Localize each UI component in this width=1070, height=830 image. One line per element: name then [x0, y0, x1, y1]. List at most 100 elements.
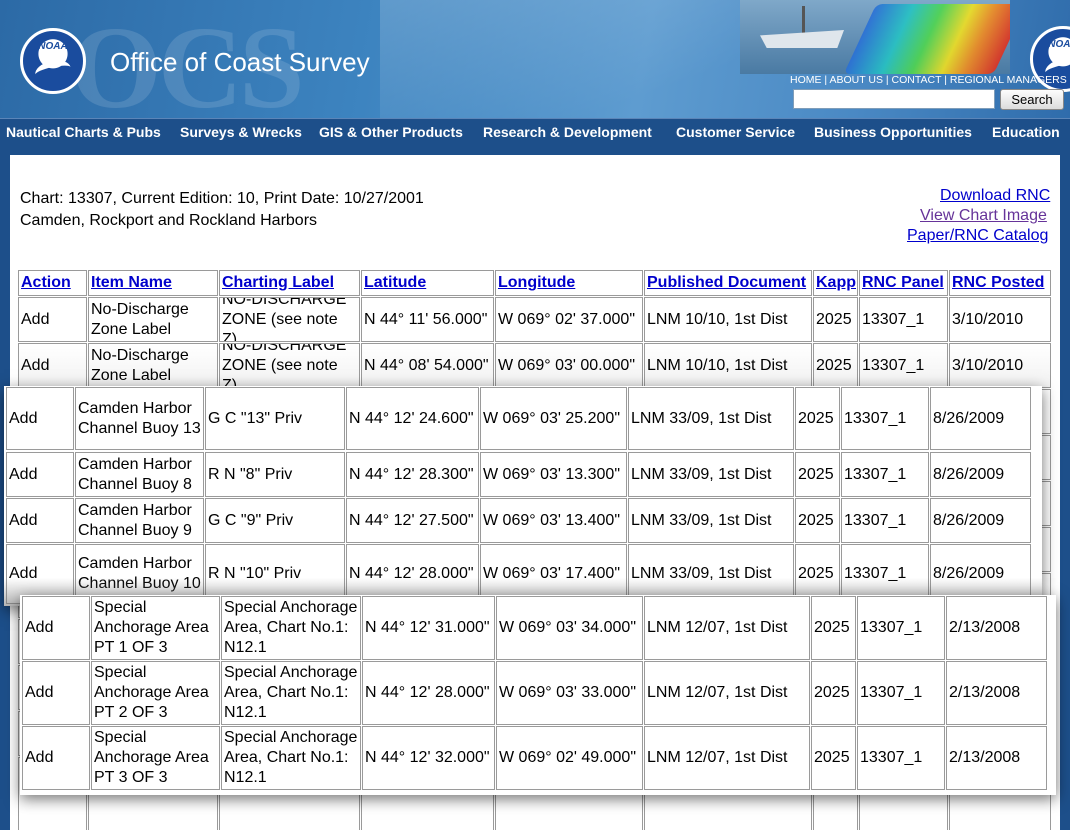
- anchorage-row-3-kapp: 2025: [811, 726, 856, 790]
- buoy-row-3-action[interactable]: Add: [6, 498, 74, 543]
- nav-education[interactable]: Education: [992, 124, 1060, 140]
- main-nav: Nautical Charts & Pubs Surveys & Wrecks …: [0, 118, 1070, 146]
- anchorage-row-3-item-name: Special Anchorage Area PT 3 OF 3: [91, 726, 220, 790]
- buoy-row-1-action[interactable]: Add: [6, 387, 74, 450]
- table-row-1-rnc-panel: 13307_1: [859, 297, 948, 342]
- noaa-logo-right-text: NOAA: [1048, 39, 1070, 50]
- download-rnc-link[interactable]: Download RNC: [940, 187, 1050, 205]
- top-link-contact[interactable]: CONTACT: [892, 74, 942, 86]
- column-header-kapp[interactable]: Kapp: [813, 270, 858, 296]
- table-row-2-action: Add: [18, 343, 87, 388]
- nav-customer-service[interactable]: Customer Service: [676, 124, 795, 140]
- column-header-charting-label[interactable]: Charting Label: [219, 270, 360, 296]
- anchorage-row-1-published-document: LNM 12/07, 1st Dist: [644, 596, 810, 660]
- buoy-row-2-action[interactable]: Add: [6, 452, 74, 497]
- buoy-row-3-kapp: 2025: [795, 498, 840, 543]
- search-button[interactable]: Search: [1000, 89, 1064, 110]
- table-row-2-charting-label: NO-DISCHARGE ZONE (see note Z): [219, 343, 360, 388]
- top-links: HOME | ABOUT US | CONTACT | REGIONAL MAN…: [790, 74, 1067, 86]
- buoy-row-1-published-document: LNM 33/09, 1st Dist: [628, 387, 794, 450]
- table-row-2-latitude: N 44° 08' 54.000": [361, 343, 494, 388]
- column-header-latitude[interactable]: Latitude: [361, 270, 494, 296]
- column-header-published-document[interactable]: Published Document: [644, 270, 812, 296]
- nav-surveys-wrecks[interactable]: Surveys & Wrecks: [180, 124, 302, 140]
- nav-nautical-charts[interactable]: Nautical Charts & Pubs: [6, 124, 161, 140]
- survey-ship-image: [740, 0, 1010, 74]
- anchorage-row-1-action[interactable]: Add: [22, 596, 90, 660]
- search-input[interactable]: [793, 89, 995, 109]
- buoy-row-1-rnc-panel: 13307_1: [841, 387, 929, 450]
- table-row-1-rnc-posted: 3/10/2010: [949, 297, 1051, 342]
- buoy-row-1-kapp: 2025: [795, 387, 840, 450]
- buoy-row-3-rnc-posted: 8/26/2009: [930, 498, 1031, 543]
- column-header-longitude[interactable]: Longitude: [495, 270, 643, 296]
- header-banner: OCS NOAA Office of Coast Survey NOAA HOM…: [0, 0, 1070, 118]
- buoy-row-2-rnc-posted: 8/26/2009: [930, 452, 1031, 497]
- buoy-row-2-published-document: LNM 33/09, 1st Dist: [628, 452, 794, 497]
- site-title: Office of Coast Survey: [110, 47, 370, 77]
- anchorage-row-3-rnc-panel: 13307_1: [857, 726, 945, 790]
- buoy-rows-panel: Add Camden Harbor Channel Buoy 13 G C "13"…: [4, 386, 1042, 606]
- chart-info: Chart: 13307, Current Edition: 10, Print…: [20, 188, 424, 232]
- table-row-2-rnc-panel: 13307_1: [859, 343, 948, 388]
- table-row-1-charting-label: NO-DISCHARGE ZONE (see note Z): [219, 297, 360, 342]
- buoy-row-3-charting-label: G C "9" Priv: [205, 498, 345, 543]
- anchorage-row-1-charting-label: Special Anchorage Area, Chart No.1: N12.…: [221, 596, 361, 660]
- nav-business[interactable]: Business Opportunities: [814, 124, 972, 140]
- top-link-regional[interactable]: REGIONAL MANAGERS: [950, 74, 1067, 86]
- anchorage-row-2-latitude: N 44° 12' 28.000": [362, 661, 495, 725]
- nav-gis-products[interactable]: GIS & Other Products: [319, 124, 463, 140]
- anchorage-row-2-longitude: W 069° 03' 33.000": [496, 661, 643, 725]
- column-header-rnc-panel[interactable]: RNC Panel: [859, 270, 948, 296]
- anchorage-row-1-rnc-panel: 13307_1: [857, 596, 945, 660]
- anchorage-row-2-rnc-posted: 2/13/2008: [946, 661, 1047, 725]
- anchorage-row-1-latitude: N 44° 12' 31.000": [362, 596, 495, 660]
- noaa-bird-icon: [33, 57, 73, 85]
- anchorage-row-1-kapp: 2025: [811, 596, 856, 660]
- nav-research[interactable]: Research & Development: [483, 124, 652, 140]
- table-row-1-latitude: N 44° 11' 56.000": [361, 297, 494, 342]
- table-row-1-kapp: 2025: [813, 297, 858, 342]
- table-row-2-published-document: LNM 10/10, 1st Dist: [644, 343, 812, 388]
- buoy-row-2-charting-label: R N "8" Priv: [205, 452, 345, 497]
- view-chart-image-link[interactable]: View Chart Image: [920, 207, 1047, 225]
- anchorage-row-2-charting-label: Special Anchorage Area, Chart No.1: N12.…: [221, 661, 361, 725]
- anchorage-row-3-longitude: W 069° 02' 49.000": [496, 726, 643, 790]
- anchorage-row-1-longitude: W 069° 03' 34.000": [496, 596, 643, 660]
- buoy-row-3-longitude: W 069° 03' 13.400": [480, 498, 627, 543]
- anchorage-row-3-action[interactable]: Add: [22, 726, 90, 790]
- buoy-row-2-latitude: N 44° 12' 28.300": [346, 452, 479, 497]
- buoy-row-1-longitude: W 069° 03' 25.200": [480, 387, 627, 450]
- table-row-1-longitude: W 069° 02' 37.000": [495, 297, 643, 342]
- anchorage-row-3-published-document: LNM 12/07, 1st Dist: [644, 726, 810, 790]
- table-row-2-item-name: No-Discharge Zone Label: [88, 343, 218, 388]
- paper-rnc-catalog-link[interactable]: Paper/RNC Catalog: [907, 227, 1048, 245]
- buoy-row-2-rnc-panel: 13307_1: [841, 452, 929, 497]
- table-row-1-published-document: LNM 10/10, 1st Dist: [644, 297, 812, 342]
- anchorage-row-3-charting-label: Special Anchorage Area, Chart No.1: N12.…: [221, 726, 361, 790]
- top-link-home[interactable]: HOME: [790, 74, 822, 86]
- anchorage-rows-panel: Add Special Anchorage Area PT 1 OF 3 Speci…: [20, 595, 1056, 795]
- noaa-logo-icon[interactable]: NOAA: [20, 28, 86, 94]
- anchorage-row-2-published-document: LNM 12/07, 1st Dist: [644, 661, 810, 725]
- column-header-item-name[interactable]: Item Name: [88, 270, 218, 296]
- column-header-rnc-posted[interactable]: RNC Posted: [949, 270, 1051, 296]
- anchorage-row-3-rnc-posted: 2/13/2008: [946, 726, 1047, 790]
- buoy-row-1-charting-label: G C "13" Priv: [205, 387, 345, 450]
- anchorage-row-2-rnc-panel: 13307_1: [857, 661, 945, 725]
- table-row-2-rnc-posted: 3/10/2010: [949, 343, 1051, 388]
- anchorage-row-1-item-name: Special Anchorage Area PT 1 OF 3: [91, 596, 220, 660]
- table-row-2-kapp: 2025: [813, 343, 858, 388]
- table-row-2-longitude: W 069° 03' 00.000": [495, 343, 643, 388]
- buoy-row-1-latitude: N 44° 12' 24.600": [346, 387, 479, 450]
- anchorage-row-2-kapp: 2025: [811, 661, 856, 725]
- column-header-action[interactable]: Action: [18, 270, 87, 296]
- buoy-row-1-rnc-posted: 8/26/2009: [930, 387, 1031, 450]
- buoy-row-3-rnc-panel: 13307_1: [841, 498, 929, 543]
- buoy-row-3-published-document: LNM 33/09, 1st Dist: [628, 498, 794, 543]
- buoy-row-2-item-name: Camden Harbor Channel Buoy 8: [75, 452, 204, 497]
- anchorage-row-2-action[interactable]: Add: [22, 661, 90, 725]
- buoy-row-1-item-name: Camden Harbor Channel Buoy 13: [75, 387, 204, 450]
- buoy-row-2-kapp: 2025: [795, 452, 840, 497]
- top-link-about[interactable]: ABOUT US: [829, 74, 882, 86]
